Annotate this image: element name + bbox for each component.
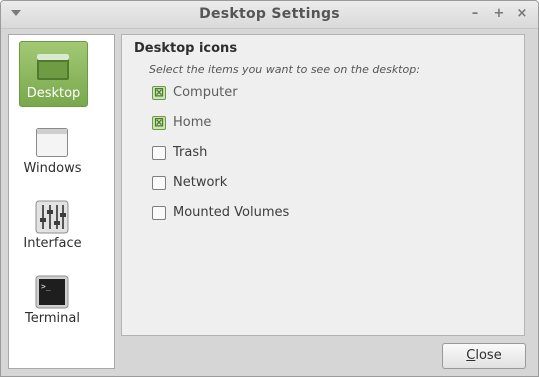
- sidebar-item-label: Interface: [23, 236, 82, 251]
- window-title: Desktop Settings: [199, 6, 340, 22]
- check-icon: ⊠: [154, 115, 165, 129]
- computer-checkbox[interactable]: ⊠: [152, 85, 166, 100]
- settings-sidebar: Desktop Windows Interface >_ Terminal: [8, 34, 115, 369]
- option-label: Mounted Volumes: [173, 205, 290, 220]
- option-label: Trash: [173, 145, 208, 160]
- sidebar-item-interface[interactable]: Interface: [19, 192, 86, 256]
- sidebar-item-label: Windows: [23, 161, 82, 176]
- trash-checkbox[interactable]: [152, 146, 166, 160]
- section-hint: Select the items you want to see on the …: [149, 63, 420, 76]
- option-label: Home: [173, 115, 212, 130]
- network-checkbox[interactable]: [152, 176, 166, 190]
- sidebar-item-desktop[interactable]: Desktop: [19, 41, 88, 107]
- desktop-icon: [37, 54, 69, 80]
- sidebar-item-label: Terminal: [25, 311, 80, 326]
- terminal-icon: >_: [35, 275, 69, 309]
- settings-window: Desktop Settings – + × Desktop Windows I…: [0, 0, 539, 377]
- sidebar-item-windows[interactable]: Windows: [19, 117, 86, 181]
- option-label: Computer: [173, 85, 238, 100]
- mounted-volumes-checkbox[interactable]: [152, 206, 166, 220]
- section-title: Desktop icons: [134, 41, 238, 56]
- minimize-button[interactable]: –: [467, 6, 483, 22]
- check-icon: ⊠: [154, 85, 165, 99]
- home-checkbox[interactable]: ⊠: [152, 115, 166, 130]
- sidebar-item-terminal[interactable]: >_ Terminal: [19, 267, 86, 331]
- close-mnemonic: C: [466, 348, 476, 363]
- maximize-button[interactable]: +: [491, 6, 507, 22]
- close-window-button[interactable]: ×: [514, 6, 530, 22]
- svg-text:>_: >_: [41, 282, 51, 291]
- title-bar[interactable]: Desktop Settings – + ×: [1, 1, 538, 29]
- option-label: Network: [173, 175, 228, 190]
- sliders-icon: [35, 200, 69, 234]
- windows-icon: [36, 128, 68, 157]
- close-label: lose: [475, 348, 502, 363]
- desktop-icons-panel: Desktop icons Select the items you want …: [121, 34, 525, 336]
- sidebar-item-label: Desktop: [26, 86, 81, 101]
- close-button[interactable]: Close: [442, 343, 526, 369]
